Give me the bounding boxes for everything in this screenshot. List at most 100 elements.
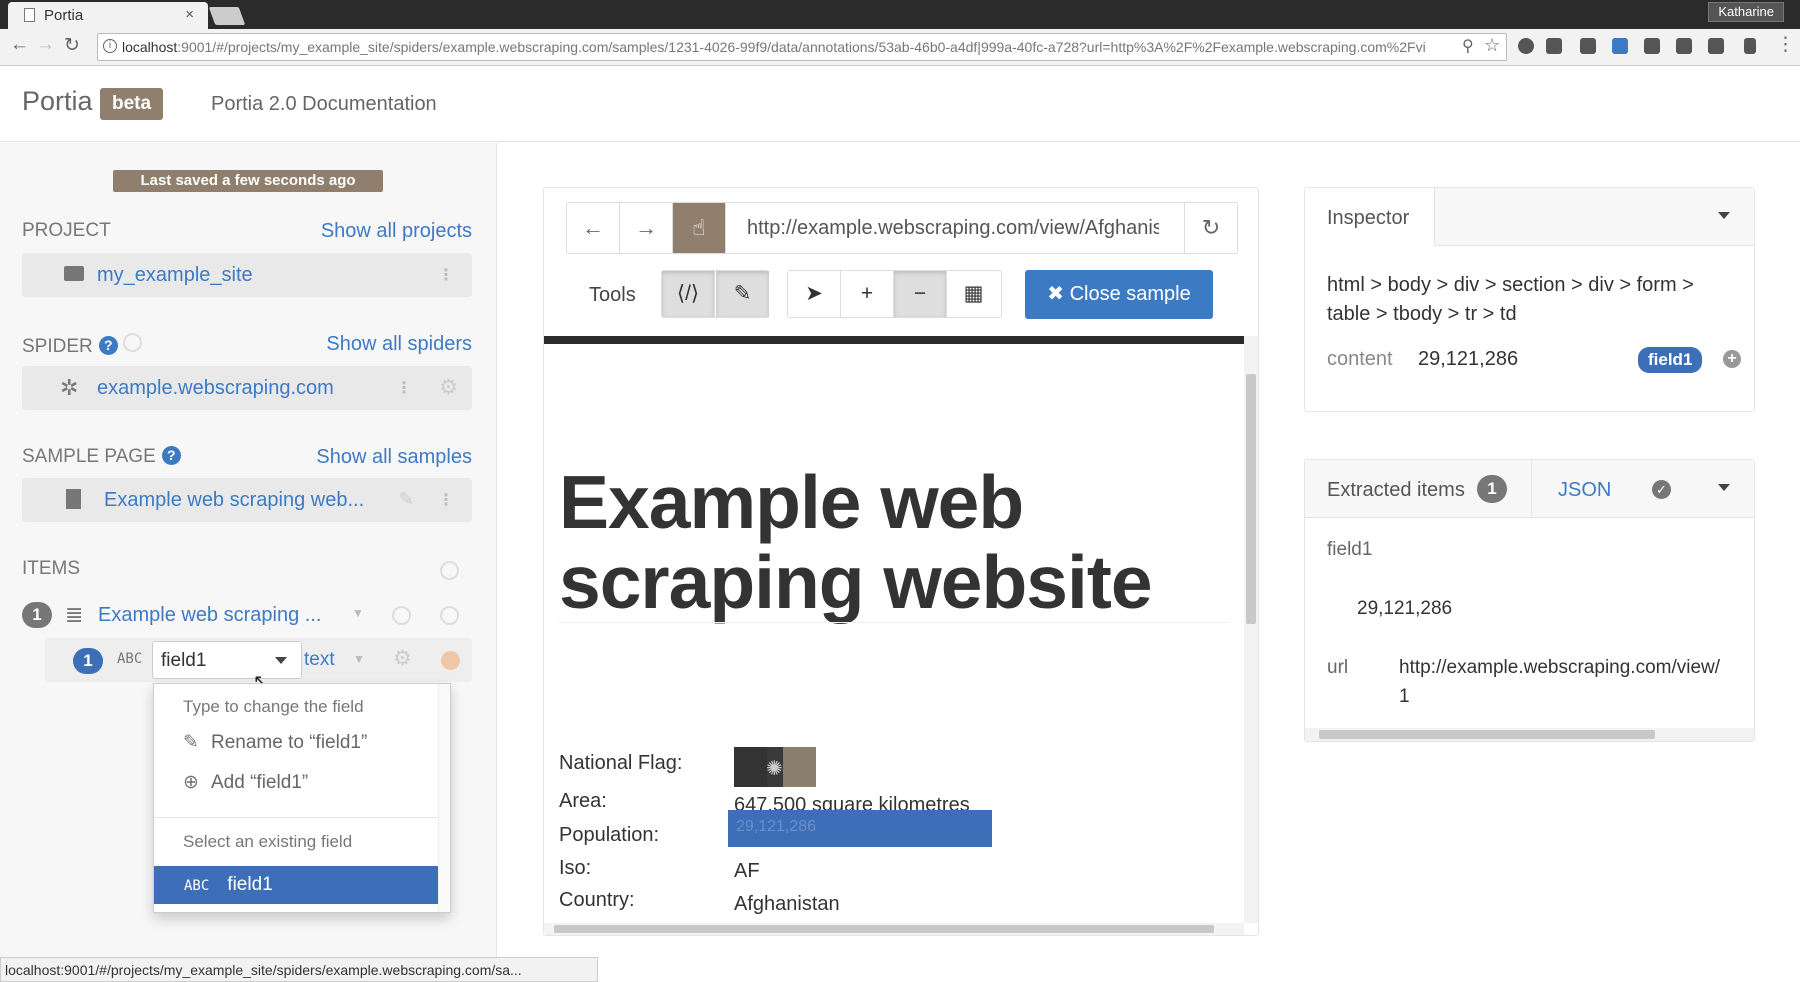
field-tag[interactable]: field1 (1638, 347, 1703, 373)
show-all-spiders-link[interactable]: Show all spiders (326, 333, 472, 356)
extension-icon[interactable] (1644, 38, 1660, 54)
row-value[interactable]: Afghanistan (734, 893, 840, 916)
row-label[interactable]: Population: (559, 824, 659, 847)
sample-name[interactable]: Example web scraping web... (104, 489, 384, 512)
settings-icon[interactable] (392, 606, 411, 625)
caret-down-icon[interactable] (275, 657, 287, 664)
sample-row[interactable]: Example web scraping web... ✎ ⋮ (22, 478, 472, 522)
row-value[interactable]: AF (734, 860, 760, 883)
new-tab-button[interactable] (208, 7, 246, 25)
pencil-icon[interactable]: ✎ (399, 489, 414, 510)
annotated-value-highlight[interactable]: 29,121,286 (728, 810, 992, 847)
row-label[interactable]: Country: (559, 889, 635, 912)
canvas-back-button[interactable]: ← (567, 203, 620, 253)
magic-tool-button[interactable]: ✎ (716, 271, 769, 317)
show-all-projects-link[interactable]: Show all projects (321, 220, 472, 243)
profile-button[interactable]: Katharine (1708, 2, 1784, 22)
add-item-icon[interactable] (440, 561, 459, 580)
star-icon[interactable]: ☆ (1484, 35, 1500, 56)
page-preview[interactable]: Example web scraping website National Fl… (544, 336, 1244, 923)
brand-title[interactable]: Portia (22, 86, 93, 117)
browser-toolbar: ← → ↻ i localhost:9001/#/projects/my_exa… (0, 29, 1800, 66)
page-heading[interactable]: Example web scraping website (559, 462, 1239, 622)
grid-tool-button[interactable]: ▦ (947, 271, 1000, 317)
extension-icon[interactable] (1708, 38, 1724, 54)
tab-close-icon[interactable]: × (185, 6, 194, 23)
preview-horizontal-scrollbar[interactable] (544, 923, 1244, 935)
scrollbar-thumb[interactable] (554, 925, 1214, 933)
remove-icon[interactable] (440, 606, 459, 625)
field-kind[interactable]: text (304, 649, 335, 671)
extension-icon[interactable] (1612, 38, 1628, 54)
project-name[interactable]: my_example_site (97, 264, 253, 287)
inspector-panel: Inspector html > body > div > section > … (1304, 187, 1755, 412)
spider-name[interactable]: example.webscraping.com (97, 377, 334, 400)
row-label[interactable]: Area: (559, 790, 607, 813)
scrollbar-thumb[interactable] (1246, 374, 1256, 624)
attribute-label: content (1327, 348, 1393, 370)
caret-down-icon[interactable] (1718, 212, 1730, 219)
field-select-value: field1 (161, 650, 207, 671)
extension-icon[interactable] (1676, 38, 1692, 54)
element-path: html > body > div > section > div > form… (1327, 274, 1694, 325)
national-flag-image[interactable]: ✺ (734, 747, 816, 787)
show-all-samples-link[interactable]: Show all samples (316, 446, 472, 469)
row-label[interactable]: Iso: (559, 857, 591, 880)
kebab-icon[interactable]: ⋮ (438, 265, 454, 285)
remove-annotation-button[interactable]: − (894, 271, 947, 317)
check-icon: ✓ (1652, 480, 1671, 499)
zoom-icon[interactable]: ⚲ (1462, 36, 1474, 56)
rename-option[interactable]: ✎ Rename to “field1” (183, 731, 367, 754)
dropdown-scrollbar[interactable] (438, 684, 450, 912)
plus-circle-icon[interactable]: + (1723, 350, 1741, 368)
preview-vertical-scrollbar[interactable] (1244, 336, 1258, 923)
add-label: Add “field1” (211, 772, 309, 793)
add-option[interactable]: ⊕ Add “field1” (183, 771, 308, 794)
interaction-mode-button[interactable]: ☝ (673, 203, 726, 253)
existing-field-option[interactable]: ABC field1 (154, 866, 438, 904)
field-select[interactable]: field1 (152, 641, 302, 679)
row-label[interactable]: National Flag: (559, 752, 682, 775)
extension-icon[interactable] (1518, 38, 1534, 54)
extracted-url-value-cont: 1 (1399, 686, 1410, 707)
help-icon[interactable]: ? (161, 446, 181, 465)
project-row[interactable]: my_example_site ⋮ (22, 253, 472, 297)
scrollbar-thumb[interactable] (1319, 730, 1655, 739)
close-sample-button[interactable]: ✖ Close sample (1025, 270, 1213, 319)
chevron-down-icon[interactable]: ▼ (353, 652, 365, 666)
play-icon[interactable] (123, 333, 143, 352)
item-row[interactable]: 1 ≣ Example web scraping ... ▼ (22, 598, 472, 636)
extracted-title[interactable]: Extracted items (1327, 479, 1465, 502)
gear-icon[interactable]: ⚙ (439, 375, 458, 400)
extension-icon[interactable] (1744, 38, 1756, 54)
extracted-horizontal-scrollbar[interactable] (1305, 728, 1754, 741)
extension-icon[interactable] (1546, 38, 1562, 54)
pointer-icon[interactable]: ➤ (788, 271, 841, 317)
caret-down-icon[interactable] (1718, 484, 1730, 491)
extension-icon[interactable] (1580, 38, 1596, 54)
spider-row[interactable]: ✲ example.webscraping.com ⋮ ⚙ (22, 366, 472, 410)
remove-field-icon[interactable] (441, 651, 460, 670)
address-bar[interactable]: i localhost:9001/#/projects/my_example_s… (97, 33, 1507, 61)
chevron-down-icon[interactable]: ▼ (352, 606, 364, 620)
source-view-button[interactable]: ⟨/⟩ (662, 271, 715, 317)
browser-nav-bar: ← → ☝ http://example.webscraping.com/vie… (566, 202, 1238, 254)
kebab-icon[interactable]: ⋮ (438, 490, 454, 510)
help-icon[interactable]: ? (98, 336, 118, 355)
reload-icon[interactable]: ↻ (64, 34, 80, 57)
kebab-icon[interactable]: ⋮ (396, 378, 412, 398)
browser-tab[interactable]: Portia × (8, 2, 208, 29)
back-icon[interactable]: ← (10, 34, 29, 56)
add-annotation-button[interactable]: + (841, 271, 894, 317)
item-name[interactable]: Example web scraping ... (98, 604, 321, 627)
inspector-tab[interactable]: Inspector (1305, 188, 1435, 246)
forward-icon[interactable]: → (36, 34, 55, 56)
canvas-url-input[interactable]: http://example.webscraping.com/view/Afgh… (747, 217, 1159, 240)
documentation-link[interactable]: Portia 2.0 Documentation (211, 93, 437, 116)
pencil-icon: ✎ (183, 732, 199, 753)
gear-icon[interactable]: ⚙ (393, 646, 412, 671)
menu-icon[interactable]: ⋮ (1776, 33, 1795, 56)
field-count-badge: 1 (73, 648, 103, 674)
canvas-forward-button[interactable]: → (620, 203, 673, 253)
refresh-icon[interactable]: ↻ (1184, 203, 1237, 253)
